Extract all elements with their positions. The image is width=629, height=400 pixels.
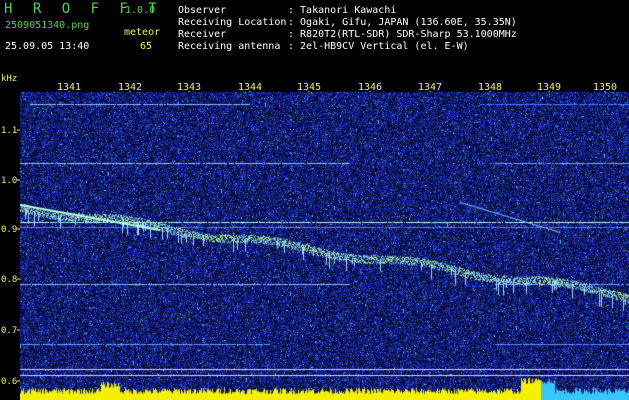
- x-tick-label: 1342: [118, 82, 142, 92]
- frequency-axis: 1.1 1.0 0.9 0.8 0.7 0.6: [1, 126, 20, 387]
- y-tick-label: 1.0: [1, 176, 17, 186]
- x-tick-label: 1346: [358, 82, 382, 92]
- observer-value: : Takanori Kawachi: [288, 5, 397, 16]
- location-value: : Ogaki, Gifu, JAPAN (136.60E, 35.35N): [288, 17, 517, 28]
- x-tick-label: 1348: [478, 82, 502, 92]
- filename-label: 2509051340.png: [5, 20, 90, 31]
- y-tick-label: 0.8: [1, 275, 17, 285]
- observer-label: Observer: [178, 5, 227, 16]
- version-label: 1.0.0: [125, 5, 156, 16]
- count-label: 65: [140, 41, 153, 52]
- datetime-label: 25.09.05 13:40: [5, 41, 90, 52]
- receiver-label: Receiver: [178, 29, 227, 40]
- x-tick-label: 1345: [297, 82, 321, 92]
- x-tick-label: 1343: [177, 82, 201, 92]
- antenna-label: Receiving antenna: [178, 41, 281, 52]
- khz-unit-label: kHz: [1, 74, 18, 84]
- spectrogram-canvas: [20, 92, 629, 400]
- receiver-value: : R820T2(RTL-SDR) SDR-Sharp 53.1000MHz: [288, 29, 517, 40]
- y-tick-label: 0.6: [1, 377, 17, 387]
- location-label: Receiving Location: [178, 17, 287, 28]
- y-tick-label: 0.7: [1, 326, 17, 336]
- x-tick-label: 1349: [537, 82, 561, 92]
- hrofft-window: H R O F F T 1.0.0 2509051340.png meteor …: [0, 0, 629, 400]
- y-tick-label: 0.9: [1, 225, 17, 235]
- y-tick-label: 1.1: [1, 126, 17, 136]
- x-tick-label: 1350: [593, 82, 617, 92]
- x-tick-label: 1347: [418, 82, 442, 92]
- type-label: meteor: [124, 27, 161, 38]
- x-tick-label: 1344: [238, 82, 262, 92]
- header-panel: H R O F F T 1.0.0 2509051340.png meteor …: [0, 0, 629, 80]
- time-axis: 1341 1342 1343 1344 1345 1346 1347 1348 1349 1350: [57, 82, 617, 92]
- antenna-value: : 2el-HB9CV Vertical (el. E-W): [288, 41, 469, 52]
- x-tick-label: 1341: [57, 82, 81, 92]
